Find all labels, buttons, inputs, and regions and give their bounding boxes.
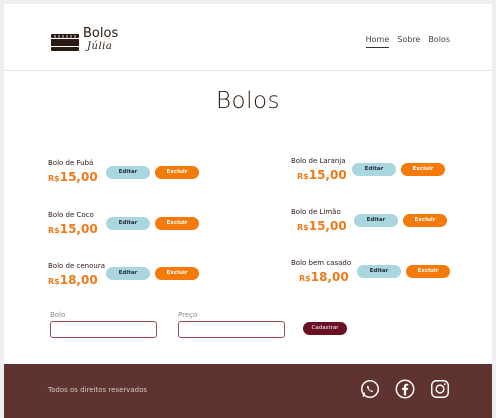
price-value: 15,00: [308, 219, 347, 233]
nav-home[interactable]: Home: [365, 35, 390, 48]
price-value: 18,00: [310, 270, 349, 284]
price-input[interactable]: [178, 321, 285, 338]
price-field-label: Preço: [178, 311, 198, 319]
brand-name: Bolos: [83, 26, 119, 41]
cake-price: R$18,00: [299, 270, 349, 284]
price-value: 15,00: [308, 168, 347, 182]
page-title: Bolos: [215, 88, 281, 114]
cake-name-input[interactable]: [50, 321, 157, 338]
currency-symbol: R$: [297, 223, 309, 232]
edit-button[interactable]: Editar: [357, 265, 401, 278]
edit-button[interactable]: Editar: [106, 217, 150, 230]
instagram-icon[interactable]: [429, 378, 451, 400]
facebook-icon[interactable]: [394, 378, 416, 400]
currency-symbol: R$: [48, 174, 60, 183]
cake-icon: [51, 34, 79, 51]
delete-button[interactable]: Excluir: [403, 214, 447, 227]
main-nav: Home Sobre Bolos: [365, 35, 450, 48]
footer-copyright: Todos os direitos reservados: [48, 386, 148, 394]
cake-name: Bolo de Fubá: [48, 159, 94, 167]
whatsapp-icon[interactable]: [359, 378, 381, 400]
delete-button[interactable]: Excluir: [155, 217, 199, 230]
cake-price: R$15,00: [297, 219, 347, 233]
cake-price: R$15,00: [48, 170, 98, 184]
delete-button[interactable]: Excluir: [155, 267, 199, 280]
cake-price: R$15,00: [297, 168, 347, 182]
nav-about[interactable]: Sobre: [397, 35, 420, 48]
edit-button[interactable]: Editar: [354, 214, 398, 227]
window-frame-right: [492, 0, 496, 418]
cake-price: R$15,00: [48, 222, 98, 236]
brand-logo[interactable]: Bolos Júlia: [50, 26, 130, 58]
currency-symbol: R$: [299, 274, 311, 283]
brand-subname: Júlia: [87, 41, 113, 52]
site-header: Bolos Júlia Home Sobre Bolos: [4, 4, 492, 71]
nav-cakes[interactable]: Bolos: [428, 35, 450, 48]
currency-symbol: R$: [48, 277, 60, 286]
cake-name: Bolo de cenoura: [48, 262, 105, 270]
price-value: 15,00: [59, 222, 98, 236]
cake-name: Bolo de Limão: [291, 208, 341, 216]
edit-button[interactable]: Editar: [352, 163, 396, 176]
edit-button[interactable]: Editar: [106, 166, 150, 179]
delete-button[interactable]: Excluir: [155, 166, 199, 179]
delete-button[interactable]: Excluir: [406, 265, 450, 278]
edit-button[interactable]: Editar: [106, 267, 150, 280]
cake-name: Bolo bem casado: [291, 259, 352, 267]
cake-price: R$18,00: [48, 273, 98, 287]
price-value: 18,00: [59, 273, 98, 287]
cake-name: Bolo de Coco: [48, 211, 94, 219]
delete-button[interactable]: Excluir: [401, 163, 445, 176]
currency-symbol: R$: [297, 172, 309, 181]
cake-name: Bolo de Laranja: [291, 157, 346, 165]
currency-symbol: R$: [48, 226, 60, 235]
site-footer: Todos os direitos reservados: [4, 364, 492, 418]
cake-field-label: Bolo: [50, 311, 66, 319]
price-value: 15,00: [59, 170, 98, 184]
register-button[interactable]: Cadastrar: [303, 322, 347, 335]
